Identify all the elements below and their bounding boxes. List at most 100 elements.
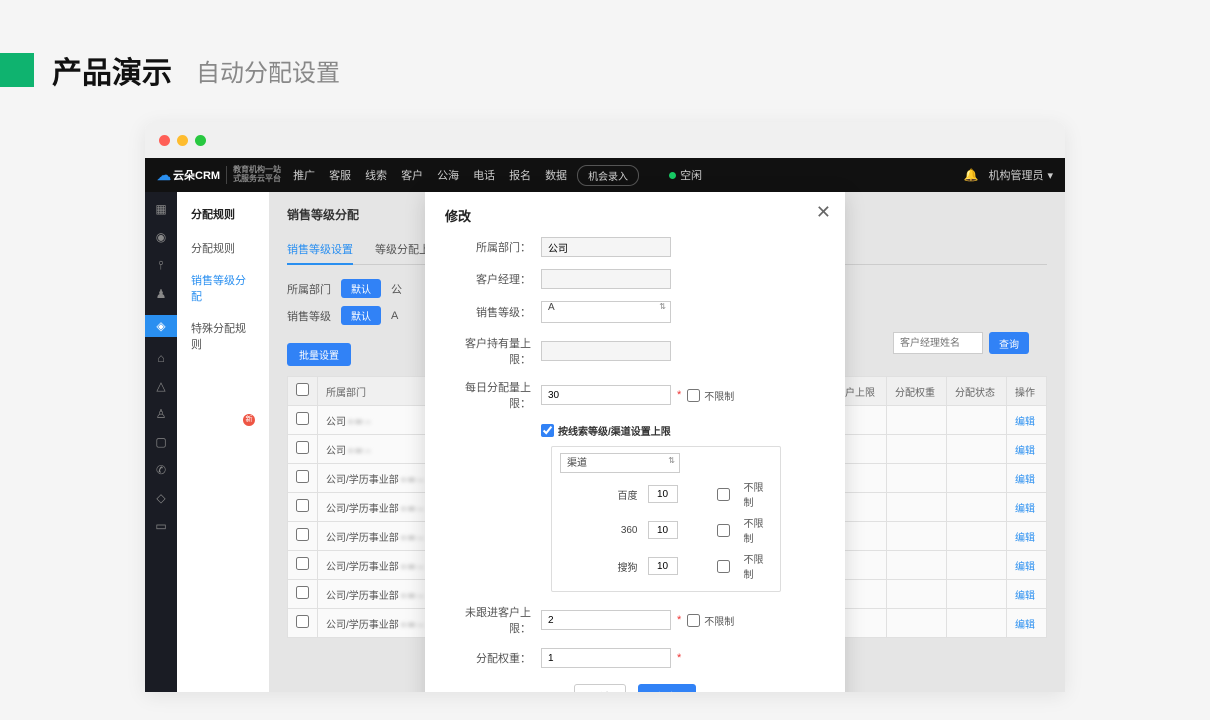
notification-badge: 新 <box>243 414 255 426</box>
channel-unlimited-checkbox[interactable] <box>717 560 730 573</box>
level-default-button[interactable]: 默认 <box>341 306 381 325</box>
row-checkbox[interactable] <box>296 557 309 570</box>
unfollowed-input[interactable] <box>541 610 671 630</box>
edit-link[interactable]: 编辑 <box>1015 533 1035 544</box>
app-body: ▦ ◉ ⫯ ♟ ◈ ⌂ △ ♙ ▢ ✆ ◇ ▭ 新 分配规则 分配规则 销售等级… <box>145 192 1065 692</box>
nav-item[interactable]: 客服 <box>329 167 351 183</box>
opportunity-entry-button[interactable]: 机会录入 <box>577 165 639 186</box>
user-icon[interactable]: ♟ <box>156 287 167 301</box>
channel-limit-input[interactable] <box>648 557 678 575</box>
nav-item[interactable]: 推广 <box>293 167 315 183</box>
nav-item[interactable]: 线索 <box>365 167 387 183</box>
edit-link[interactable]: 编辑 <box>1015 591 1035 602</box>
doc-icon[interactable]: ▢ <box>155 435 166 449</box>
daily-limit-input[interactable] <box>541 385 671 405</box>
channel-limit-input[interactable] <box>648 521 678 539</box>
minimize-dot[interactable] <box>177 135 188 146</box>
chart-icon[interactable]: ⫯ <box>158 258 163 273</box>
nav-item[interactable]: 报名 <box>509 167 531 183</box>
row-checkbox[interactable] <box>296 412 309 425</box>
dept-filter-label: 所属部门 <box>287 281 331 297</box>
close-dot[interactable] <box>159 135 170 146</box>
status-text: 空闲 <box>680 167 702 183</box>
close-icon[interactable]: ✕ <box>816 202 831 223</box>
row-checkbox[interactable] <box>296 615 309 628</box>
edit-link[interactable]: 编辑 <box>1015 620 1035 631</box>
weight-label: 分配权重： <box>445 650 541 666</box>
shield-icon[interactable]: ◉ <box>156 230 166 244</box>
col-weight: 分配权重 <box>887 377 947 406</box>
bell-icon[interactable]: 🔔 <box>964 168 979 182</box>
edit-link[interactable]: 编辑 <box>1015 475 1035 486</box>
holding-input[interactable] <box>541 341 671 361</box>
row-checkbox[interactable] <box>296 499 309 512</box>
channel-name: 360 <box>590 525 638 536</box>
sidebar-menu: 分配规则 分配规则 销售等级分配 特殊分配规则 <box>177 192 269 692</box>
accent-block <box>0 53 34 87</box>
unlimited-label: 不限制 <box>744 479 773 509</box>
nav-item[interactable]: 公海 <box>437 167 459 183</box>
sidebar-item-special[interactable]: 特殊分配规则 <box>177 312 269 360</box>
dept-default-button[interactable]: 默认 <box>341 279 381 298</box>
unlimited-label: 不限制 <box>744 551 773 581</box>
unlimited-label: 不限制 <box>704 613 734 628</box>
dept-input[interactable] <box>541 237 671 257</box>
edit-link[interactable]: 编辑 <box>1015 504 1035 515</box>
edit-link[interactable]: 编辑 <box>1015 446 1035 457</box>
tag-icon[interactable]: ◇ <box>156 491 165 505</box>
edit-modal: 修改 ✕ 所属部门： 客户经理： 销售等级： A 客户持有量上限： 每日分配量上… <box>425 192 845 692</box>
unfollowed-unlimited-checkbox[interactable] <box>687 614 700 627</box>
channel-name: 搜狗 <box>590 559 638 574</box>
window-titlebar <box>145 122 1065 158</box>
card-icon[interactable]: ▭ <box>155 519 166 533</box>
settings-icon[interactable]: ◈ <box>145 315 177 337</box>
daily-unlimited-checkbox[interactable] <box>687 389 700 402</box>
sidebar-item-sales-level[interactable]: 销售等级分配 <box>177 264 269 312</box>
unfollowed-label: 未跟进客户上限： <box>445 604 541 636</box>
sidebar-item-rules[interactable]: 分配规则 <box>177 232 269 264</box>
save-button[interactable]: 保存 <box>638 684 696 692</box>
level-select[interactable]: A <box>541 301 671 323</box>
channel-unlimited-checkbox[interactable] <box>717 524 730 537</box>
dept-label: 所属部门： <box>445 239 541 255</box>
by-channel-checkbox[interactable] <box>541 424 554 437</box>
dept-filter-value: 公 <box>391 281 402 297</box>
weight-input[interactable] <box>541 648 671 668</box>
phone-icon[interactable]: ✆ <box>156 463 166 477</box>
nav-item[interactable]: 数据 <box>545 167 567 183</box>
user-menu[interactable]: 机构管理员 ▾ <box>988 167 1053 183</box>
row-checkbox[interactable] <box>296 528 309 541</box>
brand-name: 云朵CRM <box>173 167 220 183</box>
row-checkbox[interactable] <box>296 586 309 599</box>
level-filter-label: 销售等级 <box>287 308 331 324</box>
by-channel-label: 按线索等级/渠道设置上限 <box>558 423 671 438</box>
page-title: 产品演示 <box>52 48 172 92</box>
query-button[interactable]: 查询 <box>989 332 1029 354</box>
daily-label: 每日分配量上限： <box>445 379 541 411</box>
manager-input[interactable] <box>541 269 671 289</box>
maximize-dot[interactable] <box>195 135 206 146</box>
dashboard-icon[interactable]: ▦ <box>155 202 166 216</box>
nav-item[interactable]: 电话 <box>473 167 495 183</box>
nav-item[interactable]: 客户 <box>401 167 423 183</box>
tab-level-settings[interactable]: 销售等级设置 <box>287 235 353 265</box>
channel-row: 搜狗 不限制 <box>560 551 772 581</box>
channel-type-select[interactable]: 渠道 <box>560 453 680 473</box>
channel-unlimited-checkbox[interactable] <box>717 488 730 501</box>
row-checkbox[interactable] <box>296 441 309 454</box>
required-mark: * <box>677 389 681 401</box>
edit-link[interactable]: 编辑 <box>1015 417 1035 428</box>
channel-limit-input[interactable] <box>648 485 678 503</box>
sidebar-title: 分配规则 <box>177 206 269 232</box>
home-icon[interactable]: ⌂ <box>157 351 164 365</box>
edit-link[interactable]: 编辑 <box>1015 562 1035 573</box>
batch-settings-button[interactable]: 批量设置 <box>287 343 351 366</box>
cancel-button[interactable]: 取消 <box>574 684 626 692</box>
manager-search-input[interactable] <box>893 332 983 354</box>
manager-label: 客户经理： <box>445 271 541 287</box>
triangle-icon[interactable]: △ <box>156 379 165 393</box>
row-checkbox[interactable] <box>296 470 309 483</box>
people-icon[interactable]: ♙ <box>156 407 167 421</box>
sidebar-icons: ▦ ◉ ⫯ ♟ ◈ ⌂ △ ♙ ▢ ✆ ◇ ▭ <box>145 192 177 692</box>
select-all-checkbox[interactable] <box>296 383 309 396</box>
